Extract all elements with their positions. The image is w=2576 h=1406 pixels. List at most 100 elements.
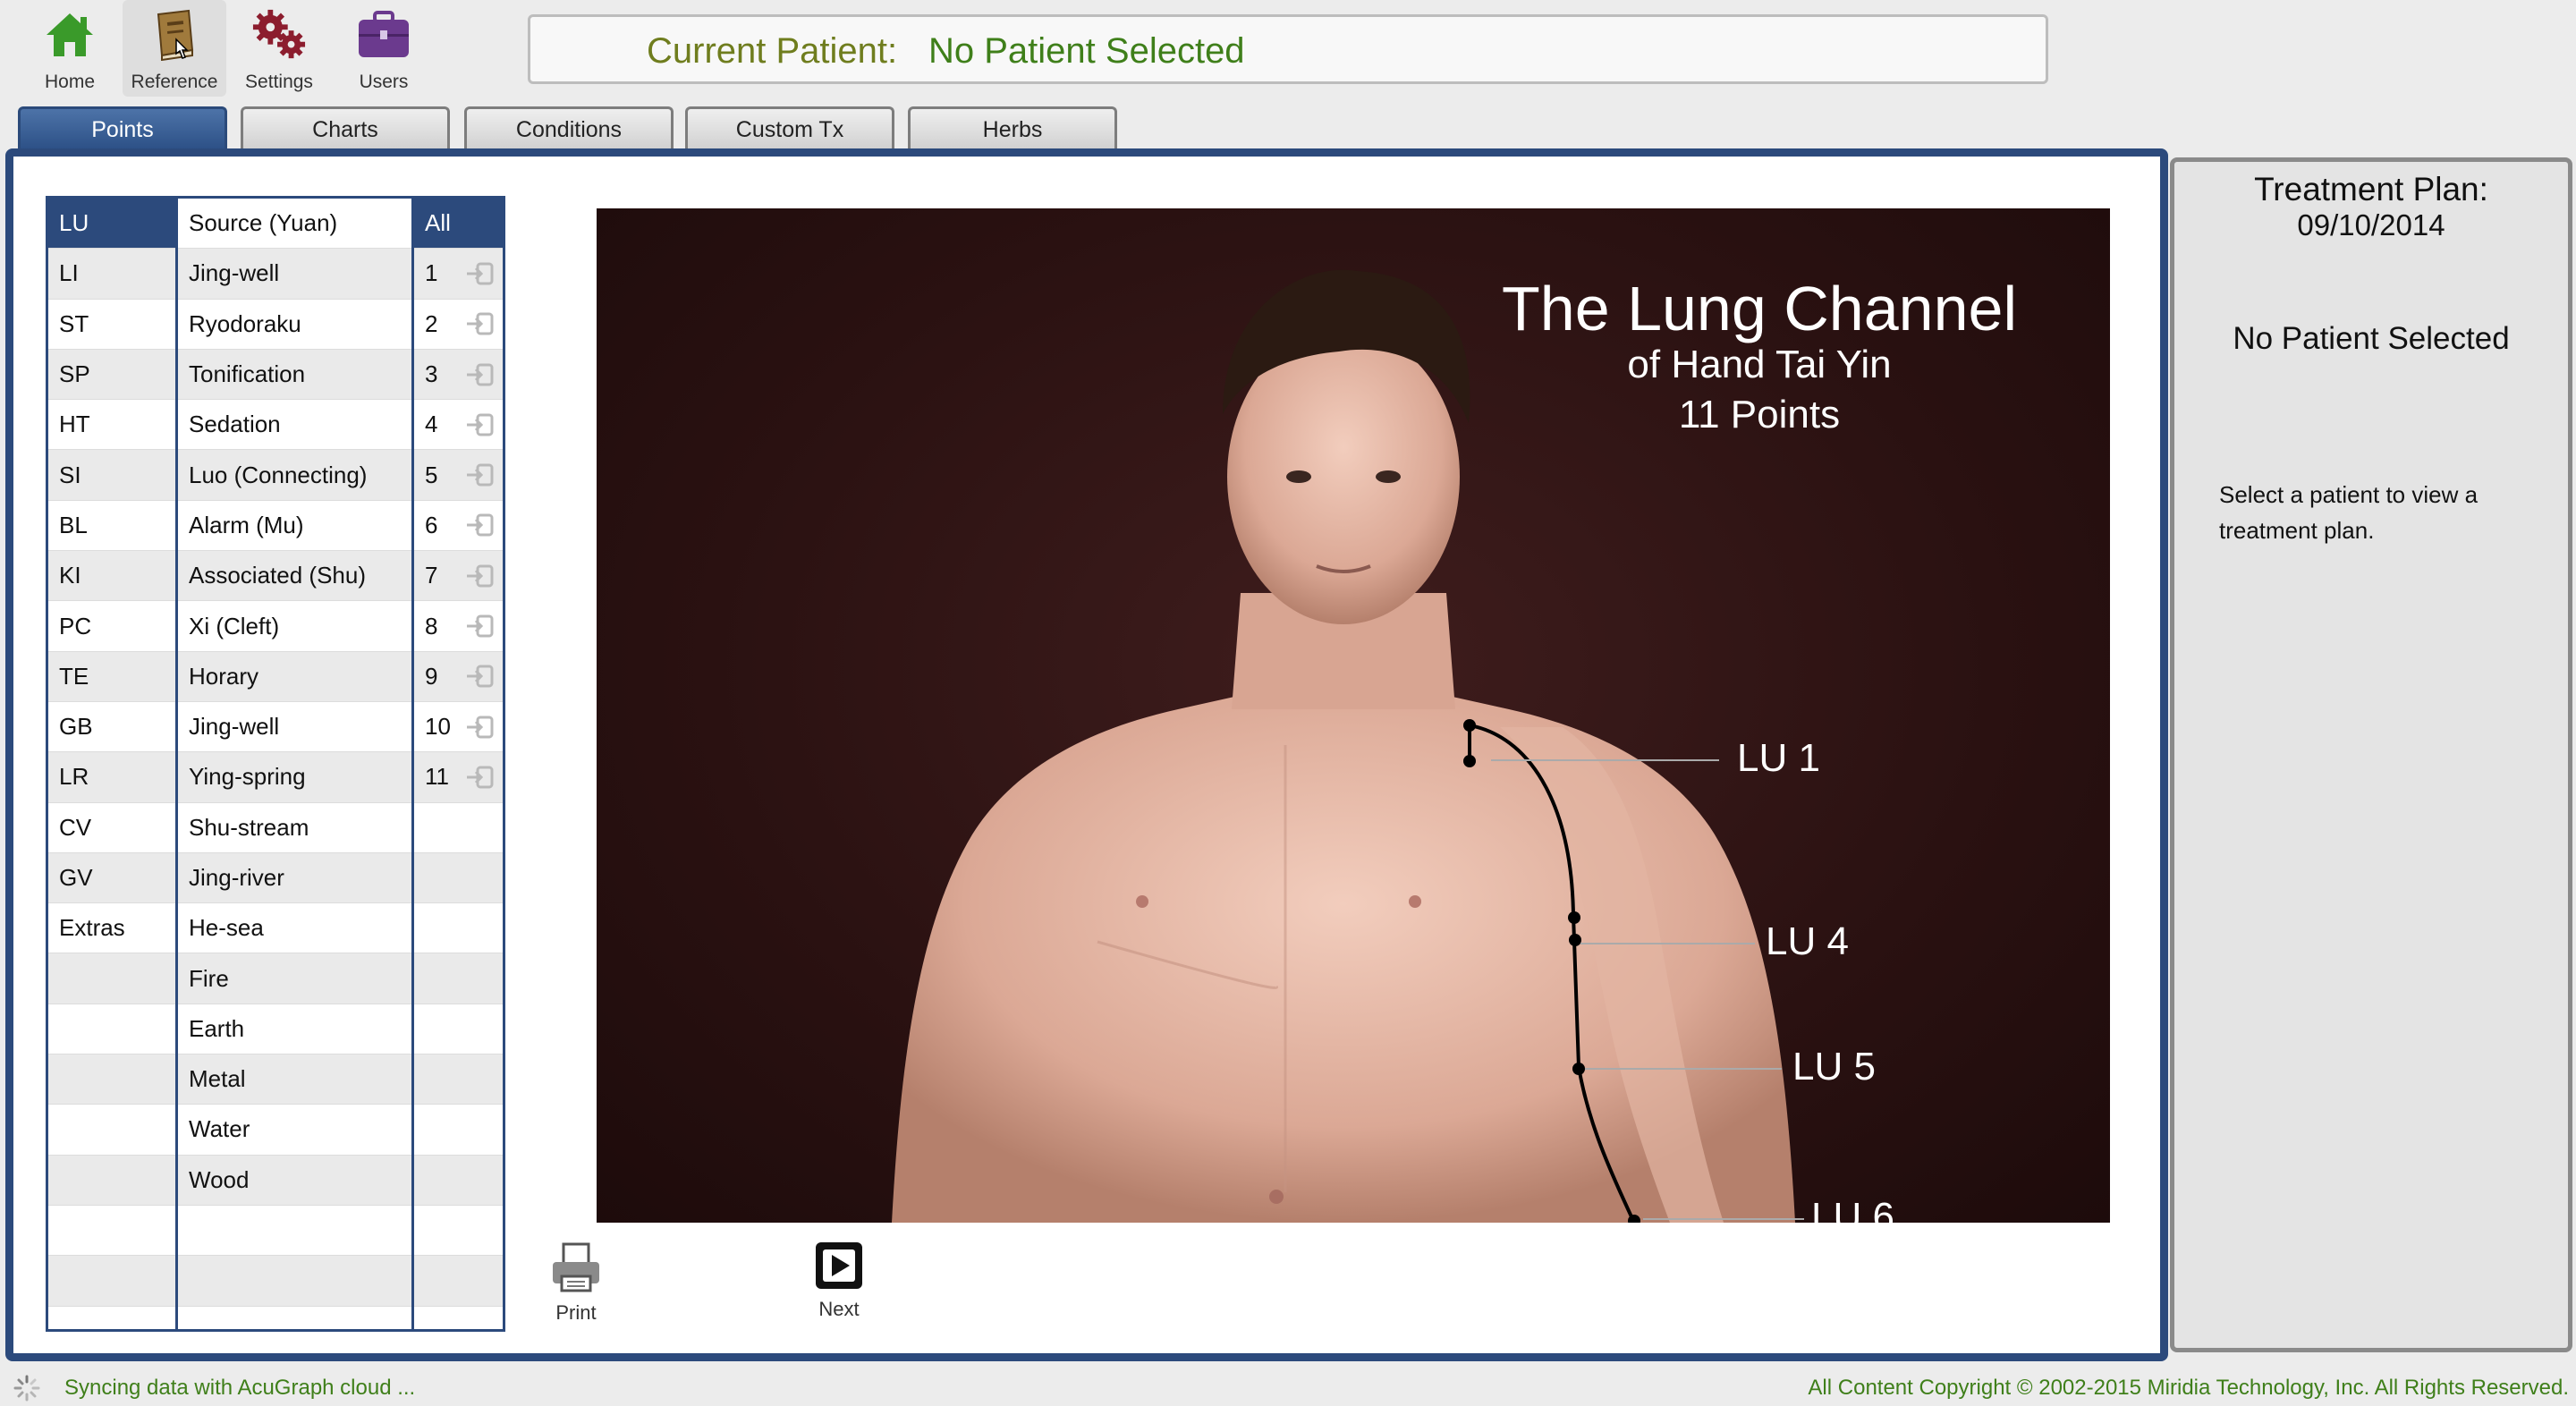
point-number-all[interactable]: All: [414, 199, 503, 250]
point-number-empty-row: [414, 1155, 503, 1206]
channel-item-ki[interactable]: KI: [48, 551, 175, 602]
go-to-point-icon[interactable]: [465, 563, 496, 589]
category-item[interactable]: Source (Yuan): [178, 199, 411, 250]
tab-charts[interactable]: Charts: [241, 106, 450, 151]
reference-button[interactable]: Reference: [123, 0, 226, 97]
category-item[interactable]: Shu-stream: [178, 803, 411, 853]
point-number-item[interactable]: 11: [414, 752, 503, 803]
point-number-label: 2: [425, 309, 438, 337]
print-label: Print: [555, 1301, 597, 1324]
channel-item-sp[interactable]: SP: [48, 349, 175, 401]
play-next-icon: [816, 1242, 862, 1289]
gears-icon: [251, 7, 307, 63]
channel-item-cv[interactable]: CV: [48, 803, 175, 853]
go-to-point-icon[interactable]: [465, 614, 496, 639]
channel-item-st[interactable]: ST: [48, 300, 175, 350]
point-number-item[interactable]: 1: [414, 249, 503, 300]
channel-list: LU LI ST SP HT SI BL KI PC TE GB LR CV GV Extras: [48, 199, 178, 1329]
settings-button[interactable]: Settings: [227, 0, 331, 97]
tab-custom-tx[interactable]: Custom Tx: [685, 106, 894, 151]
next-button[interactable]: Next: [794, 1241, 884, 1330]
tab-conditions[interactable]: Conditions: [464, 106, 674, 151]
channel-item-gv[interactable]: GV: [48, 852, 175, 904]
channel-item-si[interactable]: SI: [48, 450, 175, 501]
channel-item-li[interactable]: LI: [48, 249, 175, 300]
go-to-point-icon[interactable]: [465, 715, 496, 740]
point-number-empty-row: [414, 953, 503, 1004]
category-item[interactable]: Metal: [178, 1054, 411, 1105]
point-number-label: 10: [425, 713, 451, 741]
treatment-plan-message: Select a patient to view a treatment pla…: [2219, 481, 2479, 544]
sync-spinner-icon: [13, 1375, 40, 1402]
copyright-text: All Content Copyright © 2002-2015 Miridi…: [1808, 1376, 2569, 1400]
point-number-item[interactable]: 9: [414, 651, 503, 702]
category-item[interactable]: Associated (Shu): [178, 551, 411, 602]
go-to-point-icon[interactable]: [465, 512, 496, 538]
category-item[interactable]: Fire: [178, 953, 411, 1004]
point-number-label: 11: [425, 763, 449, 791]
point-selector: LU LI ST SP HT SI BL KI PC TE GB LR CV GV Extras Sourc…: [46, 196, 505, 1332]
go-to-point-icon[interactable]: [465, 664, 496, 689]
home-button[interactable]: Home: [18, 0, 122, 97]
point-number-item[interactable]: 4: [414, 400, 503, 451]
category-item[interactable]: Earth: [178, 1004, 411, 1055]
point-number-item[interactable]: 8: [414, 601, 503, 652]
channel-empty-row: [48, 1256, 175, 1307]
go-to-point-icon[interactable]: [465, 462, 496, 487]
point-number-list: All 1 2 3 4 5 6 7 8 9 10 11: [414, 199, 503, 1329]
category-item[interactable]: Ryodoraku: [178, 300, 411, 350]
category-item[interactable]: Alarm (Mu): [178, 501, 411, 552]
category-item[interactable]: Water: [178, 1105, 411, 1156]
channel-item-bl[interactable]: BL: [48, 501, 175, 552]
print-button[interactable]: Print: [531, 1241, 621, 1330]
go-to-point-icon[interactable]: [465, 362, 496, 387]
category-item[interactable]: Jing-well: [178, 249, 411, 300]
channel-item-extras[interactable]: Extras: [48, 903, 175, 954]
category-item[interactable]: Horary: [178, 651, 411, 702]
point-number-empty-row: [414, 1054, 503, 1105]
point-number-label: 9: [425, 662, 438, 690]
point-label-lu6: LU 6: [1811, 1195, 1894, 1223]
channel-item-te[interactable]: TE: [48, 651, 175, 702]
tab-points[interactable]: Points: [18, 106, 227, 151]
printer-icon: [553, 1242, 599, 1292]
channel-empty-row: [48, 1054, 175, 1105]
channel-item-lu[interactable]: LU: [48, 199, 175, 250]
point-label-lu5: LU 5: [1792, 1045, 1876, 1088]
channel-empty-row: [48, 1206, 175, 1257]
tab-herbs[interactable]: Herbs: [908, 106, 1117, 151]
channel-subtitle: of Hand Tai Yin: [1627, 343, 1892, 386]
point-number-item[interactable]: 7: [414, 551, 503, 602]
category-item[interactable]: Jing-river: [178, 852, 411, 904]
point-number-empty-row: [414, 1105, 503, 1156]
point-number-item[interactable]: 6: [414, 501, 503, 552]
sync-status-text: Syncing data with AcuGraph cloud ...: [64, 1376, 416, 1400]
category-item[interactable]: Luo (Connecting): [178, 450, 411, 501]
treatment-plan-panel: Treatment Plan: 09/10/2014 No Patient Se…: [2170, 157, 2572, 1352]
category-item[interactable]: Ying-spring: [178, 752, 411, 803]
category-item[interactable]: Xi (Cleft): [178, 601, 411, 652]
category-empty-row: [178, 1256, 411, 1307]
current-patient-box[interactable]: Current Patient: No Patient Selected: [528, 14, 2048, 84]
channel-item-ht[interactable]: HT: [48, 400, 175, 451]
point-number-item[interactable]: 5: [414, 450, 503, 501]
point-number-item[interactable]: 2: [414, 300, 503, 350]
category-item[interactable]: Sedation: [178, 400, 411, 451]
go-to-point-icon[interactable]: [465, 765, 496, 790]
go-to-point-icon[interactable]: [465, 311, 496, 336]
channel-item-pc[interactable]: PC: [48, 601, 175, 652]
point-number-item[interactable]: 3: [414, 349, 503, 401]
category-item[interactable]: Jing-well: [178, 702, 411, 753]
go-to-point-icon[interactable]: [465, 412, 496, 437]
channel-item-lr[interactable]: LR: [48, 752, 175, 803]
category-item[interactable]: Tonification: [178, 349, 411, 401]
channel-empty-row: [48, 953, 175, 1004]
point-number-item[interactable]: 10: [414, 702, 503, 753]
go-to-point-icon[interactable]: [465, 261, 496, 286]
users-button[interactable]: Users: [332, 0, 436, 97]
points-panel: LU LI ST SP HT SI BL KI PC TE GB LR CV GV Extras Sourc…: [5, 148, 2168, 1361]
category-item[interactable]: Wood: [178, 1155, 411, 1206]
channel-empty-row: [48, 1155, 175, 1206]
channel-item-gb[interactable]: GB: [48, 702, 175, 753]
category-item[interactable]: He-sea: [178, 903, 411, 954]
